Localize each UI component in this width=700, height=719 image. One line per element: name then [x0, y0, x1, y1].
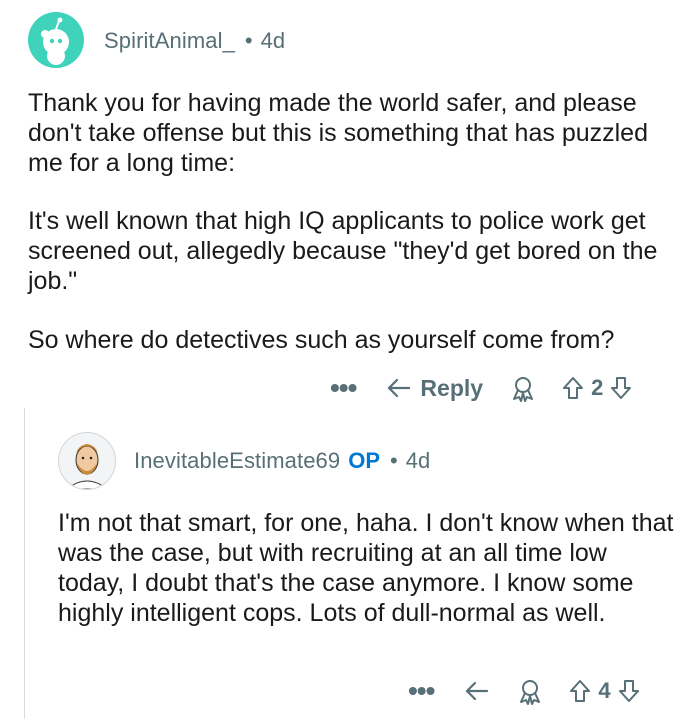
comment-paragraph: So where do detectives such as yourself …	[28, 326, 615, 354]
downvote-icon[interactable]	[617, 678, 641, 704]
reply-label: Reply	[420, 374, 484, 401]
comment-actions: ••• 4	[408, 677, 641, 705]
snoo-avatar-icon	[41, 17, 69, 65]
username[interactable]: InevitableEstimate69	[134, 448, 340, 474]
comment-paragraph: I'm not that smart, for one, haha. I don…	[58, 509, 674, 627]
comment-header: InevitableEstimate69 OP • 4d	[134, 448, 430, 474]
reply-arrow-icon	[388, 378, 411, 398]
comment-paragraph: It's well known that high IQ applicants …	[28, 207, 658, 295]
comment-header: SpiritAnimal_ • 4d	[104, 28, 285, 54]
timestamp[interactable]: 4d	[406, 448, 430, 474]
reply-button[interactable]: Reply	[386, 375, 483, 402]
avatar[interactable]	[58, 432, 116, 490]
more-options-button[interactable]: •••	[330, 374, 357, 402]
upvote-icon[interactable]	[561, 375, 585, 401]
vote-score: 2	[591, 375, 604, 400]
thread-line[interactable]	[24, 408, 25, 719]
comment-paragraph: Thank you for having made the world safe…	[28, 89, 648, 177]
op-badge: OP	[348, 448, 381, 473]
reply-arrow-icon[interactable]	[464, 679, 490, 703]
separator: •	[244, 28, 253, 53]
award-icon[interactable]	[516, 677, 544, 705]
comment-actions: ••• Reply 2	[330, 374, 633, 402]
more-options-button[interactable]: •••	[408, 677, 435, 705]
separator: •	[390, 448, 398, 473]
downvote-icon[interactable]	[609, 375, 633, 401]
vote-score: 4	[598, 678, 611, 703]
avatar[interactable]	[28, 12, 84, 68]
timestamp[interactable]: 4d	[261, 28, 285, 54]
user-avatar-icon	[59, 433, 115, 489]
username[interactable]: SpiritAnimal_	[104, 28, 235, 54]
upvote-icon[interactable]	[568, 678, 592, 704]
award-icon[interactable]	[509, 374, 537, 402]
